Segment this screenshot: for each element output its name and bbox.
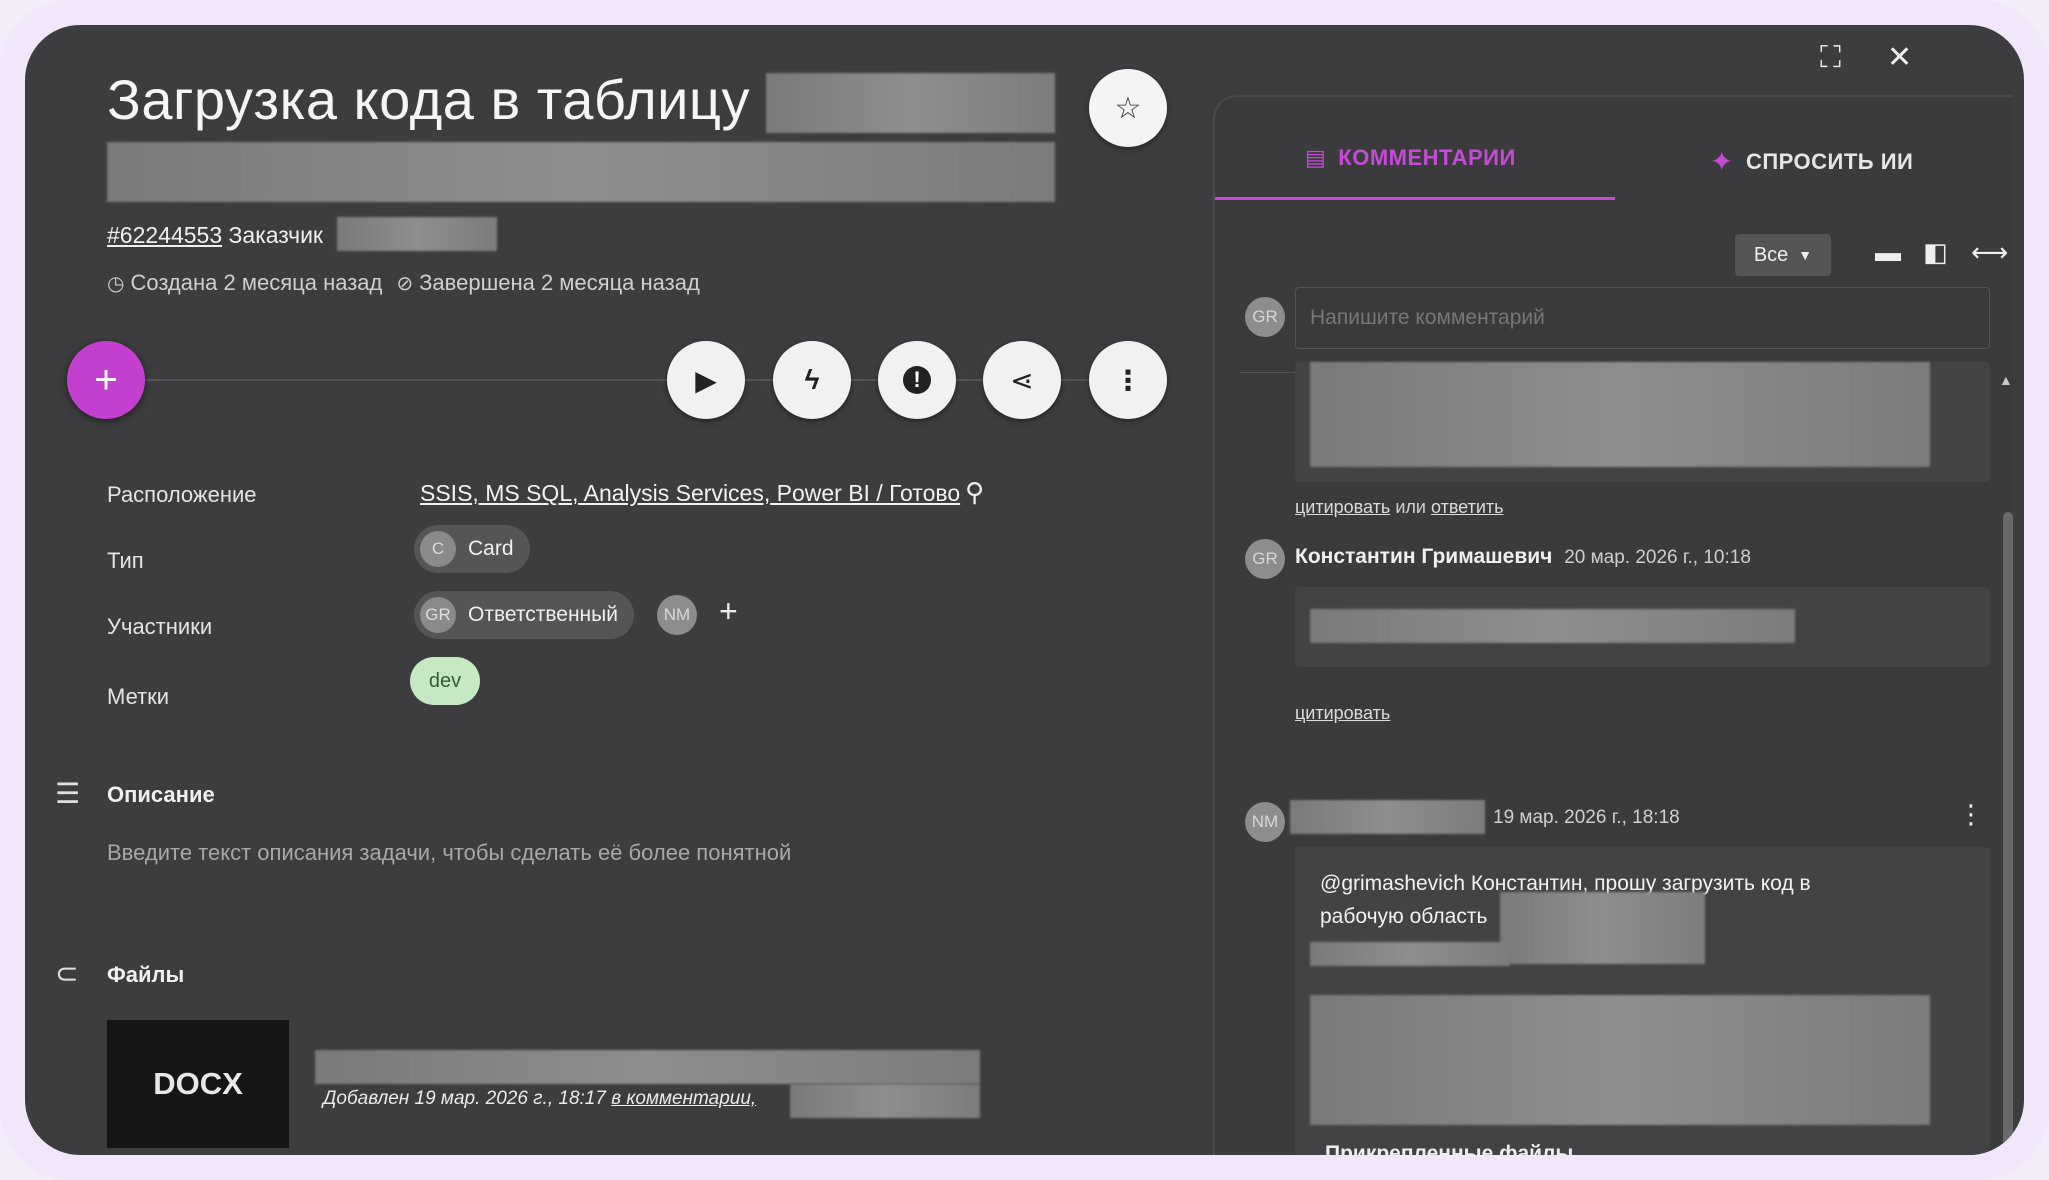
- comments-filter-select[interactable]: Все ▼: [1735, 234, 1831, 276]
- fullscreen-icon[interactable]: ⛶: [1820, 43, 1841, 73]
- active-tab-indicator: [1215, 197, 1615, 200]
- comment-2-avatar: GR: [1245, 539, 1285, 579]
- tag-dev[interactable]: dev: [410, 657, 480, 705]
- attached-files-title: Прикрепленные файлы: [1325, 1142, 1574, 1155]
- add-button[interactable]: +: [67, 341, 145, 419]
- alert-button[interactable]: !: [878, 341, 956, 419]
- redacted-comment-1: [1310, 362, 1930, 467]
- star-button[interactable]: ☆: [1089, 69, 1167, 147]
- comment-card-3: @grimashevich Константин, прошу загрузит…: [1295, 847, 1990, 1155]
- completed-text: Завершена 2 месяца назад: [419, 270, 700, 295]
- redacted-comment-3-author: [1290, 800, 1485, 834]
- comment-1-actions: цитировать или ответить: [1295, 497, 1504, 518]
- task-dialog: ⛶ ✕ Загрузка кода в таблицу ☆ #62244553 …: [25, 25, 2024, 1155]
- reply-link-1[interactable]: ответить: [1431, 497, 1504, 517]
- file-added-line: Добавлен 19 мар. 2026 г., 18:17 в коммен…: [323, 1088, 756, 1110]
- type-avatar: C: [420, 531, 456, 567]
- scrollbar-thumb[interactable]: [2003, 512, 2013, 1155]
- comment-2-actions: цитировать: [1295, 703, 1390, 724]
- redacted-title-part: [766, 73, 1055, 133]
- tab-ai-label: СПРОСИТЬ ИИ: [1745, 148, 1914, 174]
- clock-icon: ◷: [107, 273, 125, 295]
- chevron-down-icon: ▼: [1798, 247, 1813, 263]
- description-placeholder[interactable]: Введите текст описания задачи, чтобы сде…: [107, 840, 791, 866]
- task-title[interactable]: Загрузка кода в таблицу: [107, 67, 750, 132]
- member-avatar: GR: [420, 597, 456, 633]
- location-label: Расположение: [107, 482, 257, 507]
- task-number-link[interactable]: #62244553: [107, 222, 222, 248]
- files-title: Файлы: [107, 962, 185, 987]
- paperclip-icon: ⊂: [55, 958, 79, 989]
- file-comment-link[interactable]: в комментарии,: [611, 1088, 756, 1109]
- comment-input-placeholder: Напишите комментарий: [1310, 306, 1545, 329]
- member-chip[interactable]: GR Ответственный: [414, 591, 634, 639]
- layout-side-icon[interactable]: ◧: [1923, 237, 1948, 268]
- tab-comments[interactable]: ▤ КОММЕНТАРИИ: [1305, 145, 1516, 171]
- or-text: или: [1395, 497, 1426, 517]
- redacted-title-line: [107, 142, 1055, 202]
- current-user-avatar: GR: [1245, 297, 1285, 337]
- comment-3-date: 19 мар. 2026 г., 18:18: [1493, 807, 1680, 828]
- comment-2-author[interactable]: Константин Гримашевич: [1295, 545, 1552, 568]
- redacted-file-extra: [790, 1084, 980, 1118]
- member-avatar-2[interactable]: NM: [657, 595, 697, 635]
- customer-label: Заказчик: [228, 222, 323, 248]
- quote-link-2[interactable]: цитировать: [1295, 703, 1390, 723]
- comment-3-header: 19 мар. 2026 г., 18:18: [1493, 805, 1680, 829]
- description-title: Описание: [107, 782, 215, 807]
- location-link[interactable]: SSIS, MS SQL, Analysis Services, Power B…: [420, 480, 960, 507]
- add-member-icon[interactable]: +: [719, 593, 738, 630]
- layout-bottom-icon[interactable]: ▬: [1875, 237, 1901, 268]
- task-dates: ◷ Создана 2 месяца назад ⊘ Завершена 2 мес…: [107, 270, 700, 296]
- expand-width-icon[interactable]: ⟷: [1971, 237, 2008, 268]
- tab-ask-ai[interactable]: ✦ СПРОСИТЬ ИИ: [1710, 145, 1913, 178]
- quote-link-1[interactable]: цитировать: [1295, 497, 1390, 517]
- comment-2-date: 20 мар. 2026 г., 10:18: [1564, 547, 1751, 568]
- tab-comments-label: КОММЕНТАРИИ: [1338, 145, 1516, 170]
- comment-card-1: [1295, 362, 1990, 482]
- close-icon[interactable]: ✕: [1887, 43, 1912, 73]
- redacted-comment-2: [1310, 609, 1795, 643]
- type-value: Card: [468, 537, 514, 560]
- priority-button[interactable]: ϟ: [773, 341, 851, 419]
- filter-value: Все: [1753, 243, 1789, 266]
- comments-panel: ▤ КОММЕНТАРИИ ✦ СПРОСИТЬ ИИ Все ▼ ▬ ◧ ⟷ …: [1213, 95, 2013, 1155]
- redacted-comment-3-part: [1500, 892, 1705, 964]
- type-label: Тип: [107, 548, 144, 573]
- check-circle-icon: ⊘: [396, 273, 414, 295]
- redacted-file-name: [315, 1050, 980, 1084]
- redacted-attachment-preview: [1310, 995, 1930, 1125]
- more-vert-icon: ⋮: [1114, 364, 1142, 396]
- comment-3-avatar: NM: [1245, 802, 1285, 842]
- more-button[interactable]: ⋮: [1089, 341, 1167, 419]
- share-icon: ⋖: [1010, 364, 1034, 396]
- play-button[interactable]: ▶: [667, 341, 745, 419]
- comment-3-more-icon[interactable]: ⋮: [1958, 799, 1984, 830]
- file-thumbnail[interactable]: DOCX: [107, 1020, 289, 1148]
- member-role: Ответственный: [468, 603, 618, 626]
- sparkle-icon: ✦: [1710, 146, 1734, 177]
- share-button[interactable]: ⋖: [983, 341, 1061, 419]
- type-chip[interactable]: C Card: [414, 525, 530, 573]
- scroll-up-icon[interactable]: ▲: [1999, 372, 2013, 388]
- tags-label: Метки: [107, 684, 170, 709]
- play-icon: ▶: [695, 364, 717, 396]
- comment-input[interactable]: Напишите комментарий: [1295, 287, 1990, 349]
- file-added-text: Добавлен 19 мар. 2026 г., 18:17: [323, 1088, 606, 1109]
- task-meta: #62244553 Заказчик: [107, 222, 323, 249]
- flash-icon: ϟ: [804, 364, 820, 395]
- alert-icon: !: [903, 366, 931, 394]
- members-label: Участники: [107, 614, 213, 639]
- redacted-comment-3-line: [1310, 942, 1510, 966]
- comment-icon: ▤: [1305, 145, 1327, 170]
- created-text: Создана 2 месяца назад: [130, 270, 383, 295]
- comment-card-2: [1295, 587, 1990, 667]
- comment-2-header: Константин Гримашевич 20 мар. 2026 г., 1…: [1295, 545, 1751, 569]
- redacted-customer: [337, 217, 497, 251]
- description-icon: ☰: [55, 778, 81, 809]
- star-icon: ☆: [1114, 91, 1142, 125]
- search-icon[interactable]: ⚲: [965, 477, 984, 508]
